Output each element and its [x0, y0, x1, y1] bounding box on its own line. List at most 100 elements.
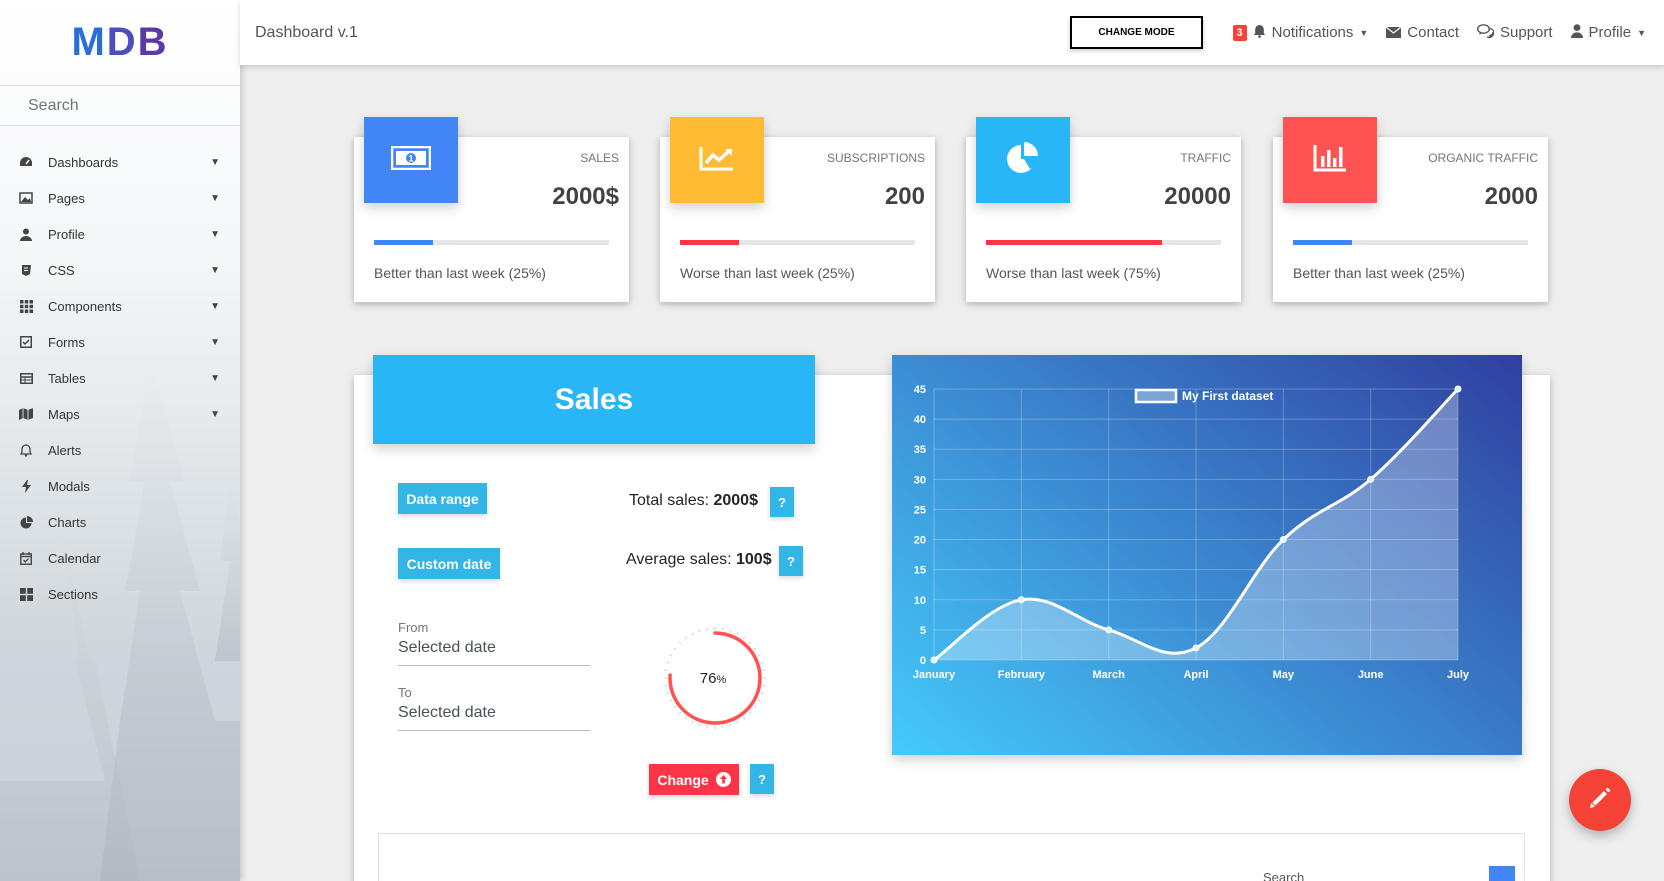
gauge-tick [760, 692, 764, 695]
change-help-button[interactable]: ? [750, 764, 774, 794]
stat-icon-box [1283, 117, 1377, 203]
tachometer-icon [18, 154, 34, 170]
change-button[interactable]: Change [649, 764, 739, 795]
stat-progress-track [1293, 240, 1528, 245]
sidebar-item-label: Components [48, 298, 122, 314]
table-search-button[interactable] [1489, 866, 1515, 881]
sidebar-item-label: Sections [48, 586, 98, 602]
chart-legend[interactable]: My First dataset [1134, 388, 1273, 404]
stat-label: SUBSCRIPTIONS [826, 151, 925, 165]
gauge-tick [757, 699, 761, 702]
gauge-tick [678, 711, 682, 715]
stat-label: SALES [580, 151, 619, 165]
chevron-down-icon: ▼ [210, 372, 220, 384]
x-tick-label: May [1273, 669, 1295, 681]
sidebar-item-label: Forms [48, 334, 85, 350]
floating-edit-button[interactable] [1569, 769, 1631, 831]
stat-value: 20000 [1164, 183, 1231, 210]
line-chart-card: My First dataset 0 5 10 15 20 25 30 35 40 45 Janu… [892, 355, 1522, 755]
gauge-tick [698, 629, 701, 633]
sidebar-item-label: Calendar [48, 550, 101, 566]
gauge-tick [691, 720, 694, 724]
gauge-tick [753, 705, 757, 709]
average-sales-label: Average sales: [626, 551, 736, 568]
stat-progress-fill [680, 240, 739, 245]
y-tick-label: 35 [914, 444, 926, 456]
caret-down-icon: ▼ [1637, 27, 1646, 38]
brand-logo[interactable]: M D B [0, 0, 240, 86]
custom-date-button[interactable]: Custom date [398, 548, 500, 579]
sales-table-container [378, 833, 1525, 881]
from-date-label: From [398, 620, 429, 635]
sidebar-item-dashboards[interactable]: Dashboards ▼ [0, 144, 240, 180]
data-point[interactable] [1279, 536, 1287, 544]
data-range-button[interactable]: Data range [398, 483, 487, 514]
grid-icon [18, 298, 34, 314]
data-point[interactable] [1192, 644, 1200, 652]
sidebar-item-calendar[interactable]: Calendar [0, 540, 240, 576]
x-tick-label: January [913, 669, 956, 681]
money-bill-icon: 1 [390, 145, 432, 175]
y-axis-ticks: 0 5 10 15 20 25 30 35 40 45 [914, 384, 926, 667]
notifications-dropdown[interactable]: 3 Notifications ▼ [1232, 24, 1368, 41]
gauge-tick [748, 641, 752, 645]
data-point[interactable] [930, 656, 938, 664]
bar-chart-icon [1313, 144, 1347, 177]
pencil-icon [1587, 785, 1613, 816]
sidebar-item-charts[interactable]: Charts [0, 504, 240, 540]
sidebar-item-forms[interactable]: Forms ▼ [0, 324, 240, 360]
data-point[interactable] [1454, 385, 1462, 393]
gauge-tick [736, 720, 739, 724]
data-point[interactable] [1017, 596, 1025, 604]
data-point[interactable] [1367, 475, 1375, 483]
data-point[interactable] [1105, 626, 1113, 634]
sidebar-item-css[interactable]: CSS ▼ [0, 252, 240, 288]
gauge-tick [742, 716, 746, 720]
to-date-field[interactable]: Selected date [398, 704, 590, 731]
stat-progress-track [680, 240, 915, 245]
gauge-tick [748, 711, 752, 715]
sidebar-item-label: Alerts [48, 442, 82, 458]
sidebar-item-alerts[interactable]: Alerts [0, 432, 240, 468]
sidebar: M D B Dashboards ▼ Pages ▼ Profile ▼ CSS… [0, 0, 240, 881]
average-sales-help-button[interactable]: ? [779, 546, 803, 576]
total-sales-label: Total sales: [629, 492, 714, 509]
stat-progress-fill [1293, 240, 1352, 245]
stat-card-sales: 1 SALES 2000$ Better than last week (25%… [354, 117, 629, 302]
stat-label: TRAFFIC [1180, 151, 1231, 165]
gauge-value: 76 [700, 670, 717, 687]
user-icon [18, 226, 34, 242]
sidebar-item-maps[interactable]: Maps ▼ [0, 396, 240, 432]
sidebar-item-modals[interactable]: Modals [0, 468, 240, 504]
total-sales-help-button[interactable]: ? [770, 487, 794, 517]
stat-card-traffic: TRAFFIC 20000 Worse than last week (75%) [966, 117, 1241, 302]
sidebar-search-input[interactable] [28, 96, 208, 115]
stat-value: 2000$ [552, 183, 619, 210]
stat-label: ORGANIC TRAFFIC [1428, 151, 1538, 165]
change-mode-button[interactable]: CHANGE MODE [1070, 16, 1203, 49]
stat-progress-track [374, 240, 609, 245]
contact-link[interactable]: Contact [1385, 24, 1459, 41]
gauge-tick [757, 654, 761, 657]
sidebar-item-label: Tables [48, 370, 86, 386]
chevron-down-icon: ▼ [210, 228, 220, 240]
notifications-count-badge: 3 [1232, 24, 1247, 41]
pie-chart-icon [18, 514, 34, 530]
bolt-icon [18, 478, 34, 494]
sidebar-item-profile[interactable]: Profile ▼ [0, 216, 240, 252]
to-date-label: To [398, 685, 412, 700]
support-link[interactable]: Support [1476, 24, 1553, 41]
stat-card-subscriptions: SUBSCRIPTIONS 200 Worse than last week (… [660, 117, 935, 302]
sidebar-item-tables[interactable]: Tables ▼ [0, 360, 240, 396]
profile-dropdown[interactable]: Profile ▼ [1570, 24, 1646, 41]
gauge-tick [666, 692, 670, 695]
from-date-field[interactable]: Selected date [398, 639, 590, 666]
sidebar-item-pages[interactable]: Pages ▼ [0, 180, 240, 216]
sidebar-item-components[interactable]: Components ▼ [0, 288, 240, 324]
user-icon [1570, 24, 1583, 41]
sales-panel-title: Sales [373, 355, 815, 444]
x-tick-label: February [998, 669, 1046, 681]
sidebar-item-sections[interactable]: Sections [0, 576, 240, 612]
stat-icon-box [976, 117, 1070, 203]
average-sales-value: 100$ [736, 551, 772, 568]
